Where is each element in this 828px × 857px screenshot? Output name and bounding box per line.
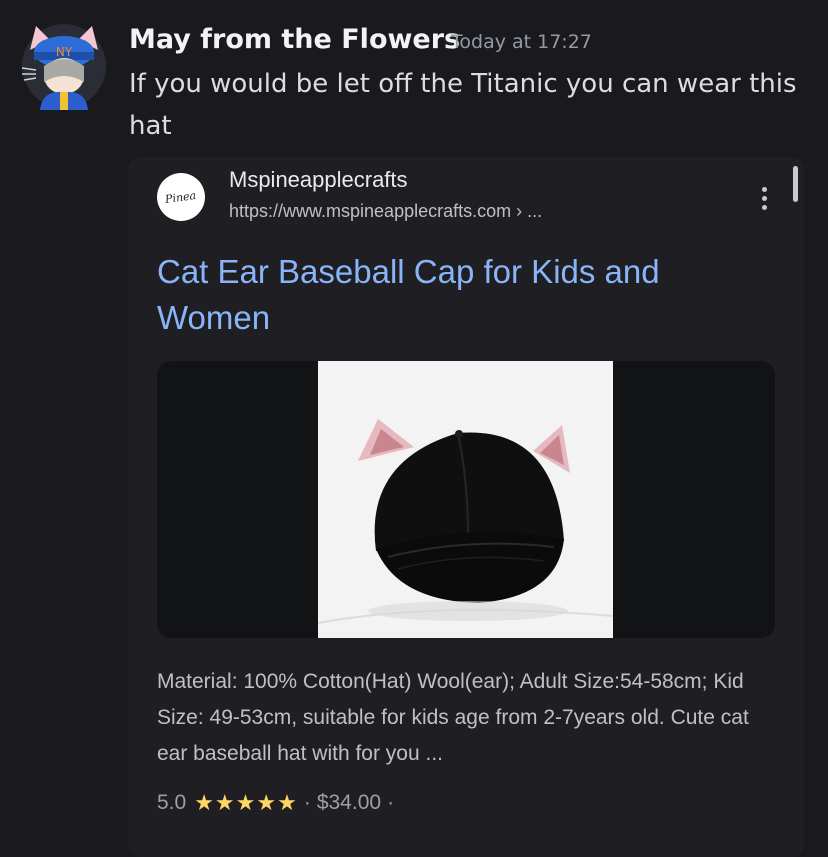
separator: · [303, 791, 311, 814]
site-logo-text: Pinea [164, 188, 198, 206]
message-timestamp: Today at 17:27 [451, 31, 592, 53]
message-text: If you would be let off the Titanic you … [129, 69, 797, 141]
trailing-separator: · [387, 791, 395, 814]
site-url[interactable]: https://www.mspineapplecrafts.com › ... [229, 201, 542, 222]
site-name[interactable]: Mspineapplecrafts [229, 167, 408, 193]
result-snippet: Material: 100% Cotton(Hat) Wool(ear); Ad… [157, 670, 749, 765]
product-image-container[interactable] [157, 361, 775, 638]
rating-value: 5.0 [157, 791, 187, 814]
site-logo-icon: Pinea [157, 173, 205, 221]
message-author[interactable]: May from the Flowers [129, 24, 460, 55]
svg-text:NY: NY [56, 45, 73, 59]
more-options-icon[interactable] [752, 180, 776, 216]
scrollbar-thumb[interactable] [793, 166, 798, 202]
rating-row: 5.0 ★★★★★ · $34.00 · [157, 790, 394, 816]
avatar[interactable]: NY [20, 22, 108, 110]
price: $34.00 [316, 791, 382, 814]
product-image [318, 361, 613, 638]
star-rating-icon: ★★★★★ [194, 790, 298, 815]
result-title-link[interactable]: Cat Ear Baseball Cap for Kids and Women [157, 249, 777, 341]
